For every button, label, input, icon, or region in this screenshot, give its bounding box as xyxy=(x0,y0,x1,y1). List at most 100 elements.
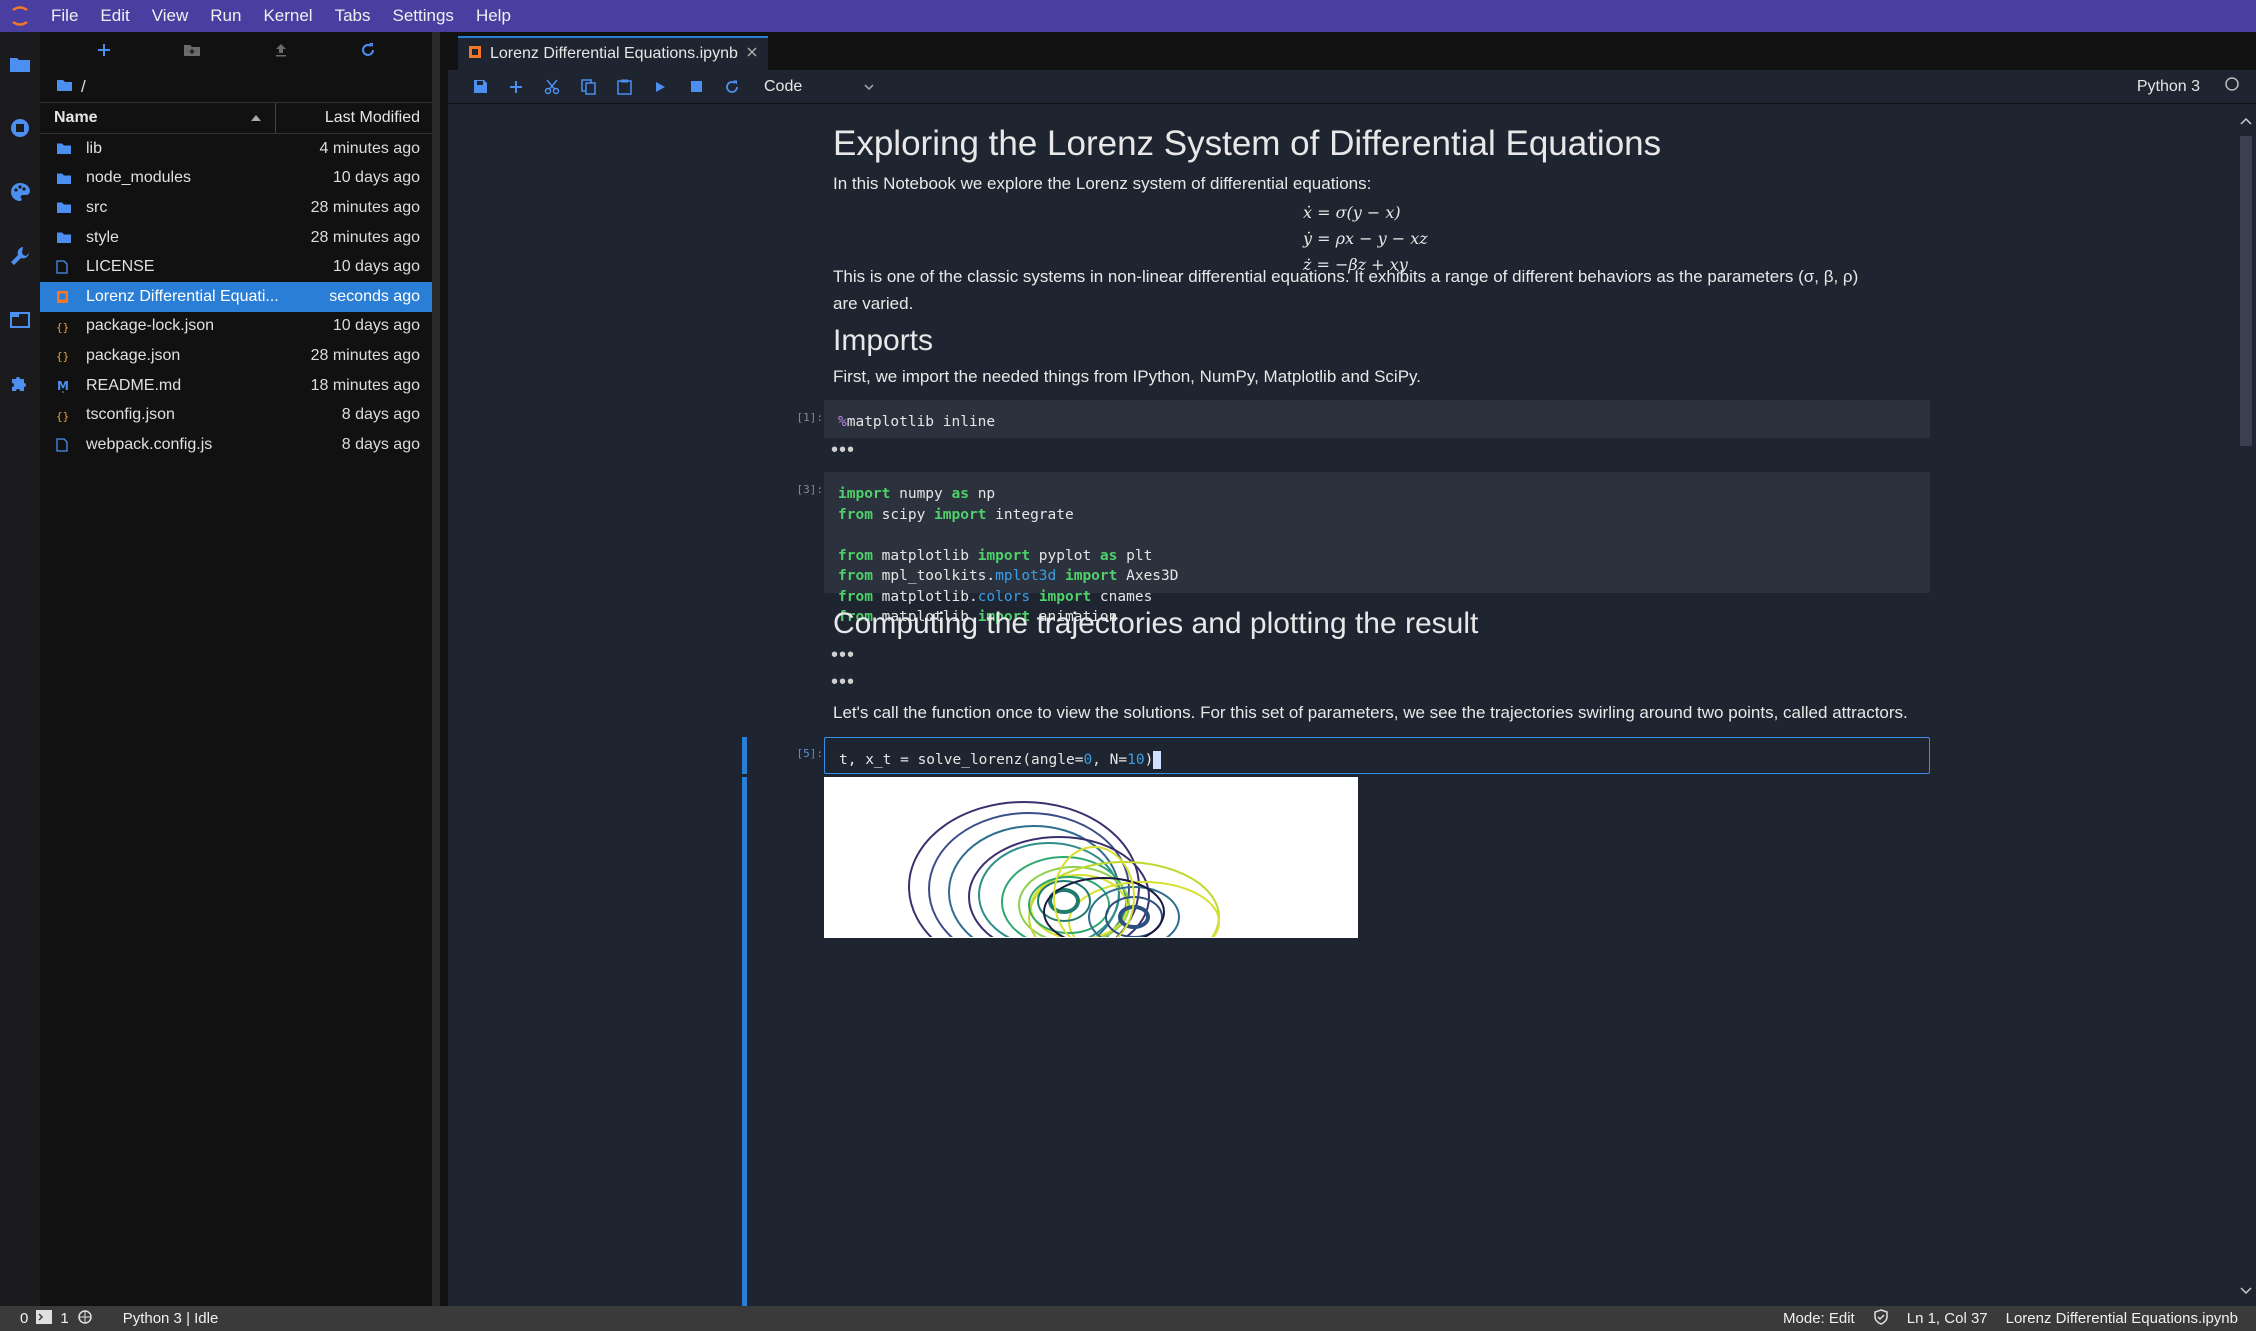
file-modified: seconds ago xyxy=(329,287,420,305)
wrench-icon[interactable] xyxy=(0,236,40,276)
code-cell-5[interactable]: t, x_t = solve_lorenz(angle=0, N=10) xyxy=(824,737,1930,774)
cut-icon[interactable] xyxy=(534,72,570,102)
imports-text: First, we import the needed things from … xyxy=(833,367,1422,386)
file-list-item[interactable]: LICENSE 10 days ago xyxy=(40,252,432,282)
cell-type-value: Code xyxy=(764,77,803,95)
new-folder-icon[interactable] xyxy=(183,43,201,62)
terminal-count[interactable]: 0 xyxy=(20,1310,28,1327)
extension-icon[interactable] xyxy=(0,364,40,404)
menu-help[interactable]: Help xyxy=(465,0,522,32)
copy-icon[interactable] xyxy=(570,72,606,102)
file-modified: 28 minutes ago xyxy=(310,228,420,246)
notebook-scrollbar[interactable] xyxy=(2236,104,2256,1306)
kernel-status[interactable]: Python 3 | Idle xyxy=(123,1310,219,1327)
folder-icon[interactable] xyxy=(0,44,40,84)
stop-icon[interactable] xyxy=(678,72,714,102)
file-modified: 28 minutes ago xyxy=(310,346,420,364)
file-list-item[interactable]: style 28 minutes ago xyxy=(40,223,432,253)
call-text: Let's call the function once to view the… xyxy=(833,703,1908,722)
trusted-shield-icon[interactable] xyxy=(1873,1308,1889,1329)
file-name: tsconfig.json xyxy=(86,406,175,424)
svg-text:M: M xyxy=(57,379,69,393)
file-list-header: Name Last Modified xyxy=(40,102,432,134)
file-name: package.json xyxy=(86,346,181,364)
file-icon xyxy=(56,260,78,274)
scroll-up-icon[interactable] xyxy=(2240,112,2252,130)
menu-bar: File Edit View Run Kernel Tabs Settings … xyxy=(0,0,2256,32)
run-icon[interactable] xyxy=(642,72,678,102)
tab-notebook[interactable]: Lorenz Differential Equations.ipynb xyxy=(458,36,768,70)
code-cell-1[interactable]: %matplotlib inline xyxy=(824,400,1930,438)
file-list-item[interactable]: {} package-lock.json 10 days ago xyxy=(40,312,432,342)
file-name: README.md xyxy=(86,376,182,394)
file-name: webpack.config.js xyxy=(86,435,213,453)
folder-icon xyxy=(56,172,78,185)
file-list-item[interactable]: M README.md 18 minutes ago xyxy=(40,371,432,401)
folder-icon xyxy=(56,231,78,244)
menu-settings[interactable]: Settings xyxy=(382,0,465,32)
collapsed-cell-marker[interactable]: ••• xyxy=(831,644,855,667)
menu-file[interactable]: File xyxy=(40,0,89,32)
menu-tabs[interactable]: Tabs xyxy=(324,0,382,32)
file-list-item[interactable]: lib 4 minutes ago xyxy=(40,134,432,164)
file-name: node_modules xyxy=(86,169,191,187)
svg-text:{}: {} xyxy=(56,350,69,362)
notebook-title: Exploring the Lorenz System of Different… xyxy=(833,124,1662,163)
file-list-item[interactable]: Lorenz Differential Equati... seconds ago xyxy=(40,281,432,312)
current-filename: Lorenz Differential Equations.ipynb xyxy=(2005,1310,2238,1327)
cell-type-select[interactable]: Code xyxy=(764,78,874,96)
new-launcher-icon[interactable] xyxy=(96,42,112,63)
add-cell-icon[interactable] xyxy=(498,72,534,102)
file-list-item[interactable]: {} tsconfig.json 8 days ago xyxy=(40,400,432,430)
file-modified: 28 minutes ago xyxy=(310,198,420,216)
save-icon[interactable] xyxy=(462,72,498,102)
scroll-down-icon[interactable] xyxy=(2240,1282,2252,1300)
terminal-icon xyxy=(36,1309,53,1328)
menu-kernel[interactable]: Kernel xyxy=(252,0,323,32)
close-icon[interactable] xyxy=(746,45,758,63)
cell-prompt: [1]: xyxy=(796,411,824,424)
menu-edit[interactable]: Edit xyxy=(89,0,140,32)
palette-icon[interactable] xyxy=(0,172,40,212)
file-name: Lorenz Differential Equati... xyxy=(86,287,279,305)
svg-text:{}: {} xyxy=(56,321,69,333)
restart-icon[interactable] xyxy=(714,72,750,102)
sort-caret-icon xyxy=(251,109,261,127)
file-name: src xyxy=(86,198,108,216)
chevron-down-icon xyxy=(864,78,874,96)
collapsed-cell-marker[interactable]: ••• xyxy=(831,439,855,462)
file-list-item[interactable]: webpack.config.js 8 days ago xyxy=(40,430,432,460)
kernel-name[interactable]: Python 3 xyxy=(2137,78,2200,96)
file-name: lib xyxy=(86,139,103,157)
notebook-content[interactable]: Exploring the Lorenz System of Different… xyxy=(448,104,2236,1306)
file-list-item[interactable]: src 28 minutes ago xyxy=(40,193,432,223)
cell-prompt: [3]: xyxy=(796,483,824,496)
menu-run[interactable]: Run xyxy=(199,0,252,32)
file-list-item[interactable]: node_modules 10 days ago xyxy=(40,164,432,194)
cursor-position[interactable]: Ln 1, Col 37 xyxy=(1907,1310,1988,1327)
file-list-item[interactable]: {} package.json 28 minutes ago xyxy=(40,341,432,371)
running-icon[interactable] xyxy=(0,108,40,148)
column-last-modified[interactable]: Last Modified xyxy=(276,109,432,127)
upload-icon[interactable] xyxy=(273,42,289,63)
file-modified: 18 minutes ago xyxy=(310,376,420,394)
cell-prompt: [5]: xyxy=(796,747,824,760)
breadcrumb-root[interactable]: / xyxy=(81,77,86,97)
menu-view[interactable]: View xyxy=(141,0,200,32)
paste-icon[interactable] xyxy=(606,72,642,102)
column-name[interactable]: Name xyxy=(40,103,276,133)
collapsed-cell-marker[interactable]: ••• xyxy=(831,671,855,694)
refresh-icon[interactable] xyxy=(360,42,376,63)
home-folder-icon[interactable] xyxy=(56,77,73,97)
code-cell-3[interactable]: import numpy as np from scipy import int… xyxy=(824,472,1930,625)
jupyter-logo-icon xyxy=(0,0,40,32)
file-browser: / Name Last Modified lib 4 minutes ago nod… xyxy=(40,32,440,1306)
tabs-icon[interactable] xyxy=(0,300,40,340)
tab-bar: Lorenz Differential Equations.ipynb xyxy=(448,32,2256,70)
equation-y: ẏ = ρx − y − xz xyxy=(1303,229,1428,248)
folder-icon xyxy=(56,142,78,155)
kernel-count[interactable]: 1 xyxy=(60,1310,68,1327)
scrollbar-thumb[interactable] xyxy=(2240,136,2252,446)
active-cell-indicator xyxy=(742,737,747,774)
file-name: package-lock.json xyxy=(86,317,215,335)
